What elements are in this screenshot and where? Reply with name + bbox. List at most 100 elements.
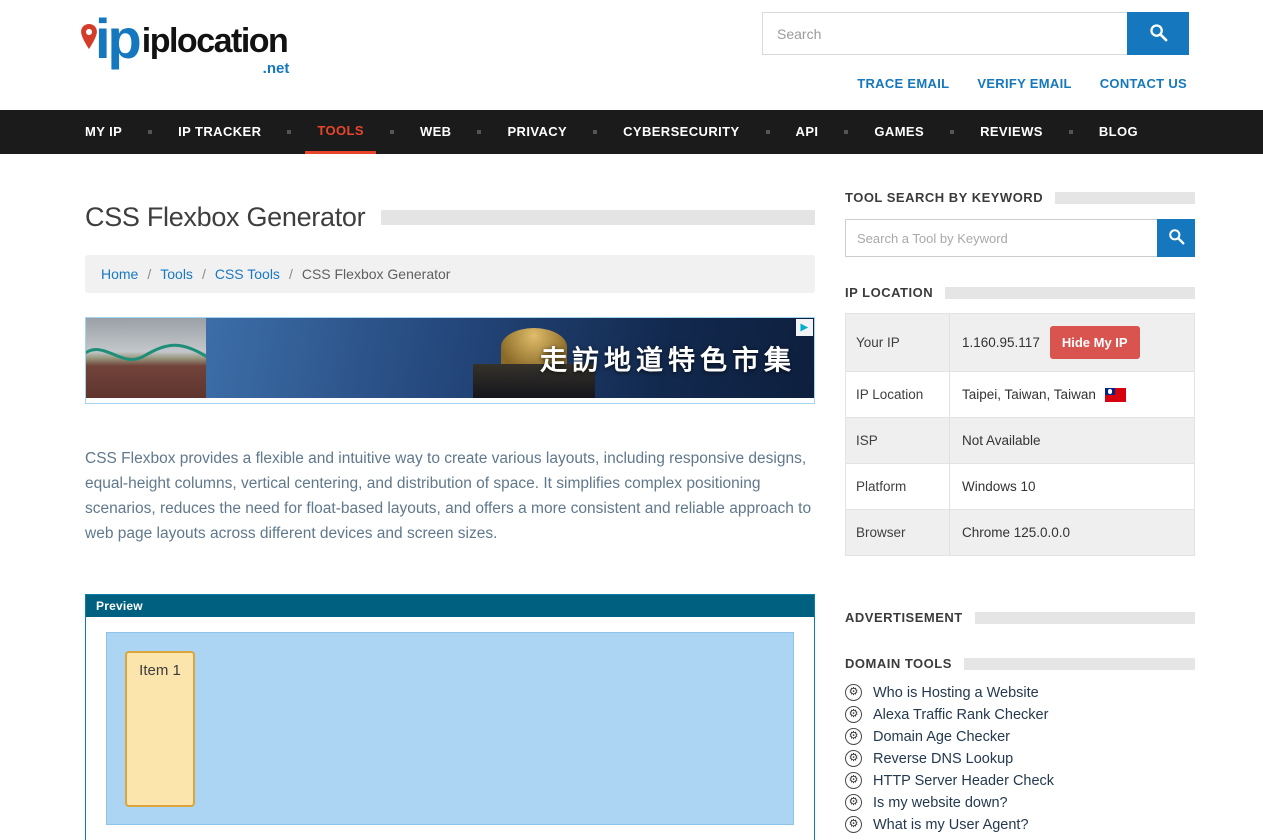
advertisement-heading: ADVERTISEMENT — [845, 610, 1195, 625]
domain-tool-domain-age[interactable]: Domain Age Checker — [873, 729, 1010, 745]
page-description: CSS Flexbox provides a flexible and intu… — [85, 446, 815, 546]
nav-item-reviews[interactable]: REVIEWS — [980, 110, 1043, 154]
ip-row-label: IP Location — [846, 372, 950, 417]
list-item: ⚙ Is my website down? — [845, 794, 1195, 811]
search-icon — [1168, 228, 1185, 248]
breadcrumb-home[interactable]: Home — [101, 266, 138, 282]
ip-row-platform: Platform Windows 10 — [846, 464, 1194, 510]
nav-item-cybersecurity[interactable]: CYBERSECURITY — [623, 110, 739, 154]
title-row: CSS Flexbox Generator — [85, 202, 815, 233]
nav-separator — [950, 130, 954, 134]
tool-search-button[interactable] — [1157, 219, 1195, 257]
header-search-button[interactable] — [1127, 12, 1189, 55]
domain-tools-heading: DOMAIN TOOLS — [845, 656, 1195, 671]
logo-wordmark: iplocation .net — [142, 22, 288, 65]
ip-row-isp: ISP Not Available — [846, 418, 1194, 464]
breadcrumb-separator — [289, 266, 293, 282]
ip-row-your-ip: Your IP 1.160.95.117 Hide My IP — [846, 314, 1194, 372]
header-search — [762, 12, 1189, 55]
logo-ip-mark: ip — [85, 12, 139, 65]
contact-us-link[interactable]: CONTACT US — [1100, 76, 1187, 91]
sidebar: TOOL SEARCH BY KEYWORD IP LOCATION Your … — [845, 154, 1195, 840]
nav-separator — [148, 130, 152, 134]
header-search-input[interactable] — [762, 12, 1127, 55]
main-nav: MY IP IP TRACKER TOOLS WEB PRIVACY CYBER… — [0, 110, 1263, 154]
heading-decorative-bar — [964, 658, 1195, 670]
ad-image: 走訪地道特色市集 — [86, 318, 814, 398]
nav-item-tools[interactable]: TOOLS — [305, 110, 376, 154]
browser-value: Chrome 125.0.0.0 — [950, 513, 1194, 552]
tool-search-heading-text: TOOL SEARCH BY KEYWORD — [845, 190, 1043, 205]
nav-separator — [390, 130, 394, 134]
your-ip-value: 1.160.95.117 — [962, 335, 1040, 350]
ad-left-photo — [86, 318, 206, 398]
ip-row-label: Platform — [846, 464, 950, 509]
gear-icon: ⚙ — [845, 772, 862, 789]
flex-preview-container: Item 1 — [106, 632, 794, 825]
nav-item-blog[interactable]: BLOG — [1099, 110, 1138, 154]
header-links: TRACE EMAIL VERIFY EMAIL CONTACT US — [857, 76, 1187, 91]
tool-search-input[interactable] — [845, 219, 1157, 257]
list-item: ⚙ HTTP Server Header Check — [845, 772, 1195, 789]
logo-word-text: iplocation — [142, 22, 288, 60]
list-item: ⚙ Alexa Traffic Rank Checker — [845, 706, 1195, 723]
nav-separator — [477, 130, 481, 134]
trace-email-link[interactable]: TRACE EMAIL — [857, 76, 949, 91]
isp-value: Not Available — [950, 421, 1194, 460]
tool-search — [845, 219, 1195, 257]
gear-icon: ⚙ — [845, 794, 862, 811]
list-item: ⚙ Who is Hosting a Website — [845, 684, 1195, 701]
gear-icon: ⚙ — [845, 750, 862, 767]
map-pin-icon — [79, 4, 99, 57]
domain-tool-website-down[interactable]: Is my website down? — [873, 795, 1008, 811]
breadcrumb-separator — [147, 266, 151, 282]
domain-tool-who-is-hosting[interactable]: Who is Hosting a Website — [873, 685, 1039, 701]
nav-item-games[interactable]: GAMES — [874, 110, 924, 154]
list-item: ⚙ Reverse DNS Lookup — [845, 750, 1195, 767]
gear-icon: ⚙ — [845, 684, 862, 701]
nav-item-privacy[interactable]: PRIVACY — [507, 110, 567, 154]
preview-panel: Preview Item 1 — [85, 594, 815, 840]
ip-row-ip-location: IP Location Taipei, Taiwan, Taiwan — [846, 372, 1194, 418]
title-decorative-bar — [381, 210, 815, 225]
domain-tools-list: ⚙ Who is Hosting a Website ⚙ Alexa Traff… — [845, 684, 1195, 833]
ad-right-photo: 走訪地道特色市集 — [206, 318, 814, 398]
hide-my-ip-button[interactable]: Hide My IP — [1050, 326, 1140, 359]
preview-panel-header: Preview — [86, 595, 814, 617]
page-title: CSS Flexbox Generator — [85, 202, 365, 233]
ip-row-value: 1.160.95.117 Hide My IP — [950, 314, 1194, 371]
verify-email-link[interactable]: VERIFY EMAIL — [977, 76, 1071, 91]
ip-row-label: Browser — [846, 510, 950, 555]
domain-tool-user-agent[interactable]: What is my User Agent? — [873, 817, 1029, 833]
domain-tool-reverse-dns[interactable]: Reverse DNS Lookup — [873, 751, 1013, 767]
domain-tool-http-header[interactable]: HTTP Server Header Check — [873, 773, 1054, 789]
list-item: ⚙ Domain Age Checker — [845, 728, 1195, 745]
domain-tool-alexa-rank[interactable]: Alexa Traffic Rank Checker — [873, 707, 1048, 723]
ip-location-heading: IP LOCATION — [845, 285, 1195, 300]
breadcrumb: Home Tools CSS Tools CSS Flexbox Generat… — [85, 255, 815, 293]
advertisement-heading-text: ADVERTISEMENT — [845, 610, 963, 625]
nav-item-web[interactable]: WEB — [420, 110, 452, 154]
nav-item-ip-tracker[interactable]: IP TRACKER — [178, 110, 261, 154]
breadcrumb-tools[interactable]: Tools — [160, 266, 193, 282]
nav-item-api[interactable]: API — [796, 110, 819, 154]
content-wrapper: CSS Flexbox Generator Home Tools CSS Too… — [0, 154, 1263, 840]
nav-separator — [1069, 130, 1073, 134]
ad-banner[interactable]: 走訪地道特色市集 — [85, 317, 815, 404]
adchoices-icon[interactable] — [796, 319, 813, 336]
site-logo[interactable]: ip iplocation .net — [85, 12, 287, 65]
heading-decorative-bar — [1055, 192, 1195, 204]
nav-separator — [766, 130, 770, 134]
logo-tld: .net — [263, 60, 290, 77]
main-column: CSS Flexbox Generator Home Tools CSS Too… — [85, 154, 815, 840]
breadcrumb-css-tools[interactable]: CSS Tools — [215, 266, 280, 282]
nav-item-my-ip[interactable]: MY IP — [85, 110, 122, 154]
platform-value: Windows 10 — [950, 467, 1194, 506]
ip-row-value: Taipei, Taiwan, Taiwan — [950, 375, 1194, 414]
flex-preview-item-1[interactable]: Item 1 — [125, 651, 195, 807]
domain-tools-heading-text: DOMAIN TOOLS — [845, 656, 952, 671]
preview-panel-body: Item 1 — [86, 617, 814, 840]
heading-decorative-bar — [945, 287, 1195, 299]
nav-separator — [593, 130, 597, 134]
logo-ip-text: ip — [95, 7, 139, 70]
